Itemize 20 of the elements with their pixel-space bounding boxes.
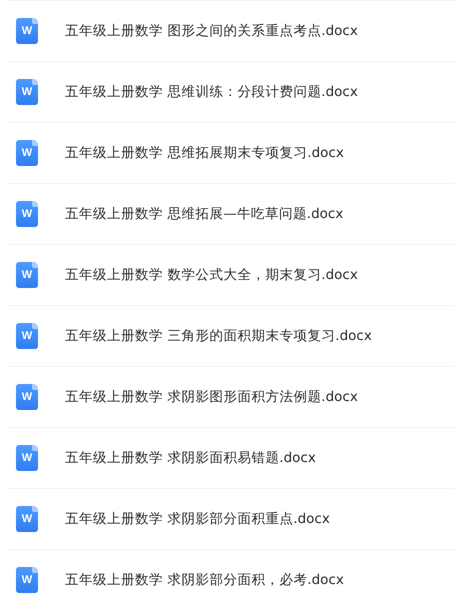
file-name-link[interactable]: 五年级上册数学 求阴影部分面积重点.docx xyxy=(65,510,330,528)
file-name-link[interactable]: 五年级上册数学 求阴影图形面积方法例题.docx xyxy=(65,388,358,406)
file-name-link[interactable]: 五年级上册数学 求阴影面积易错题.docx xyxy=(65,449,316,467)
word-file-icon: W xyxy=(16,262,38,288)
file-name-link[interactable]: 五年级上册数学 思维拓展—牛吃草问题.docx xyxy=(65,205,344,223)
file-name-link[interactable]: 五年级上册数学 三角形的面积期末专项复习.docx xyxy=(65,327,372,345)
file-name-link[interactable]: 五年级上册数学 思维拓展期末专项复习.docx xyxy=(65,144,344,162)
word-file-icon: W xyxy=(16,384,38,410)
word-file-icon: W xyxy=(16,567,38,593)
file-name-link[interactable]: 五年级上册数学 求阴影部分面积，必考.docx xyxy=(65,571,344,589)
file-name-link[interactable]: 五年级上册数学 数学公式大全，期末复习.docx xyxy=(65,266,358,284)
word-file-icon: W xyxy=(16,140,38,166)
word-file-icon: W xyxy=(16,506,38,532)
word-file-icon: W xyxy=(16,18,38,44)
file-name-link[interactable]: 五年级上册数学 思维训练：分段计费问题.docx xyxy=(65,83,358,101)
file-name-link[interactable]: 五年级上册数学 图形之间的关系重点考点.docx xyxy=(65,22,358,40)
word-file-icon: W xyxy=(16,79,38,105)
word-file-icon: W xyxy=(16,445,38,471)
word-file-icon: W xyxy=(16,201,38,227)
word-file-icon: W xyxy=(16,323,38,349)
